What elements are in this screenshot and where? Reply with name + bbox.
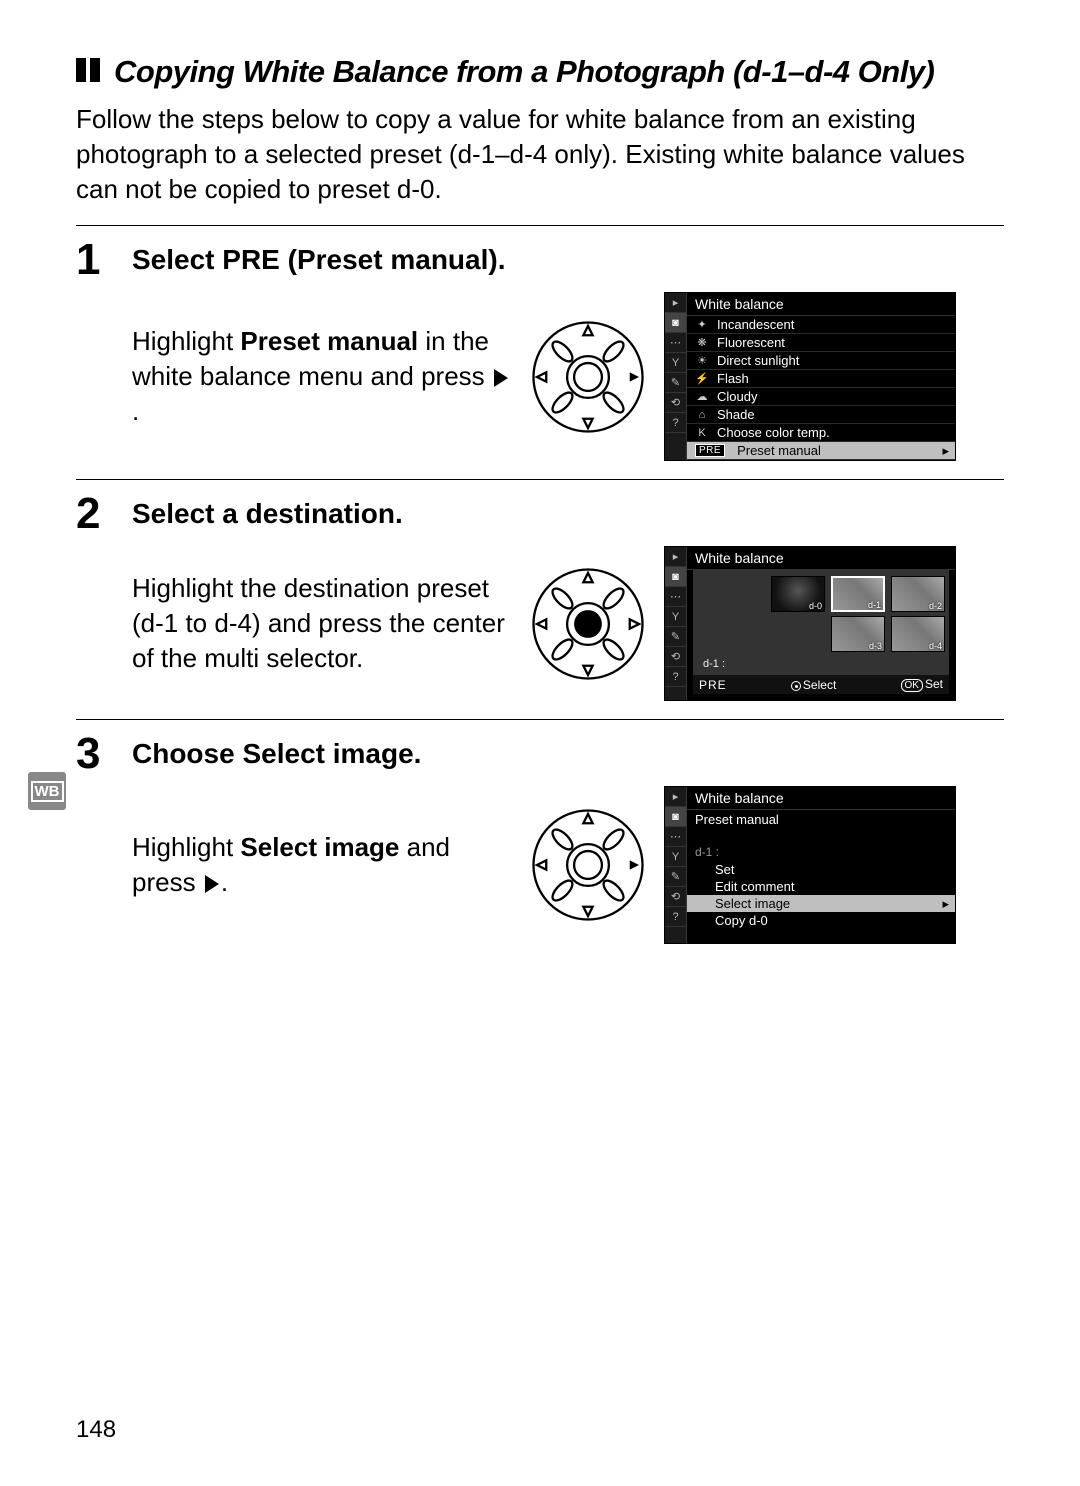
step-number: 3 <box>76 730 124 944</box>
lcd-sidebar-icon: ⋯ <box>665 827 686 847</box>
lcd-menu-label: Cloudy <box>717 389 757 404</box>
lcd-menu-label: Direct sunlight <box>717 353 799 368</box>
heading-title: Copying White Balance from a Photograph … <box>114 54 934 90</box>
lcd-submenu-item: Select image <box>687 895 955 912</box>
lcd-menu-label: Preset manual <box>737 443 821 458</box>
step-1: 1 Select PRE (Preset manual). Highlight … <box>76 225 1004 461</box>
lcd-menu-item: ⌂ Shade <box>687 406 955 424</box>
lcd-screen-wb-menu: ▸◙⋯Y✎⟲? White balance ✦ Incandescent ❋ Fluo… <box>664 292 956 461</box>
multi-selector-icon <box>530 319 646 435</box>
lcd-sidebar-icon: ? <box>665 667 686 687</box>
intro-paragraph: Follow the steps below to copy a value f… <box>76 102 1004 207</box>
step-title: Choose Select image. <box>132 738 1004 770</box>
lcd-menu-item: K Choose color temp. <box>687 424 955 442</box>
step-number: 2 <box>76 490 124 701</box>
lcd-subtitle: Preset manual <box>687 810 955 829</box>
step-title: Select a destination. <box>132 498 1004 530</box>
lcd-sidebar: ▸◙⋯Y✎⟲? <box>665 293 687 460</box>
pre-icon: PRE <box>695 444 725 457</box>
multi-selector-icon <box>530 566 646 682</box>
lcd-sidebar: ▸◙⋯Y✎⟲? <box>665 547 687 700</box>
lcd-sidebar-icon: ⋯ <box>665 587 686 607</box>
lcd-menu-item: ☁ Cloudy <box>687 388 955 406</box>
wb-mode-icon: K <box>695 427 709 439</box>
lcd-sidebar-icon: ▸ <box>665 547 686 567</box>
lcd-sidebar-icon: Y <box>665 847 686 867</box>
lcd-title: White balance <box>687 293 955 316</box>
lcd-sidebar-icon: ? <box>665 413 686 433</box>
preset-thumbnail: d-0 <box>771 576 825 612</box>
lcd-menu-label: Incandescent <box>717 317 794 332</box>
lcd-preset-label: d-1 : <box>687 843 955 861</box>
step-2: 2 Select a destination. Highlight the de… <box>76 479 1004 701</box>
lcd-sidebar-icon: Y <box>665 353 686 373</box>
lcd-sidebar: ▸◙⋯Y✎⟲? <box>665 787 687 943</box>
lcd-menu-label: Choose color temp. <box>717 425 830 440</box>
lcd-sidebar-icon: ? <box>665 907 686 927</box>
lcd-menu-item: ❋ Fluorescent <box>687 334 955 352</box>
lcd-title: White balance <box>687 787 955 810</box>
wb-mode-icon: ⚡ <box>695 372 709 385</box>
heading-decoration-bars <box>76 58 100 82</box>
lcd-sidebar-icon: ⟲ <box>665 393 686 413</box>
right-arrow-icon <box>205 875 219 893</box>
lcd-sidebar-icon: ▸ <box>665 787 686 807</box>
lcd-menu-item: ⚡ Flash <box>687 370 955 388</box>
step-text: Highlight Preset manual in the white bal… <box>132 324 512 429</box>
preset-thumbnail: d-3 <box>831 616 885 652</box>
lcd-sidebar-icon: ✎ <box>665 627 686 647</box>
preset-thumbnail-grid: d-0d-1d-2 d-3d-4 d-1 : <box>693 570 949 674</box>
wb-mode-icon: ❋ <box>695 336 709 349</box>
lcd-menu-item: ☀ Direct sunlight <box>687 352 955 370</box>
wb-mode-icon: ✦ <box>695 318 709 331</box>
lcd-sidebar-icon: ✎ <box>665 867 686 887</box>
step-text: Highlight the destination preset (d-1 to… <box>132 571 512 676</box>
lcd-sidebar-icon: ⋯ <box>665 333 686 353</box>
lcd-submenu-item: Edit comment <box>687 878 955 895</box>
lcd-menu-label: Flash <box>717 371 749 386</box>
lcd-screen-preset-grid: ▸◙⋯Y✎⟲? White balance d-0d-1d-2 d-3d-4 d… <box>664 546 956 701</box>
lcd-sidebar-icon: ⟲ <box>665 647 686 667</box>
lcd-sidebar-icon: Y <box>665 607 686 627</box>
right-arrow-icon <box>494 369 508 387</box>
lcd-screen-preset-submenu: ▸◙⋯Y✎⟲? White balance Preset manual d-1 … <box>664 786 956 944</box>
preset-thumbnail: d-4 <box>891 616 945 652</box>
lcd-sidebar-icon: ✎ <box>665 373 686 393</box>
wb-mode-icon: ☀ <box>695 354 709 367</box>
preset-thumbnail: d-1 <box>831 576 885 612</box>
lcd-submenu-item: Copy d-0 <box>687 912 955 929</box>
wb-mode-icon: ☁ <box>695 390 709 403</box>
lcd-menu-item: ✦ Incandescent <box>687 316 955 334</box>
step-title: Select PRE (Preset manual). <box>132 244 1004 276</box>
multi-selector-icon <box>530 807 646 923</box>
lcd-menu-label: Fluorescent <box>717 335 785 350</box>
preset-status: d-1 : <box>697 656 945 672</box>
lcd-submenu-item: Set <box>687 861 955 878</box>
wb-mode-icon: ⌂ <box>695 409 709 421</box>
step-text: Highlight Select image and press . <box>132 830 512 900</box>
lcd-sidebar-icon: ◙ <box>665 567 686 587</box>
lcd-sidebar-icon: ◙ <box>665 313 686 333</box>
lcd-footer: PRE Select OKSet <box>693 674 949 694</box>
lcd-title: White balance <box>687 547 955 570</box>
lcd-sidebar-icon: ⟲ <box>665 887 686 907</box>
step-3: 3 Choose Select image. Highlight Select … <box>76 719 1004 944</box>
page-number: 148 <box>76 1416 116 1444</box>
lcd-sidebar-icon: ▸ <box>665 293 686 313</box>
step-number: 1 <box>76 236 124 461</box>
lcd-menu-item: PRE Preset manual <box>687 442 955 460</box>
lcd-menu-label: Shade <box>717 407 755 422</box>
preset-thumbnail: d-2 <box>891 576 945 612</box>
section-heading: Copying White Balance from a Photograph … <box>76 54 1004 90</box>
lcd-sidebar-icon: ◙ <box>665 807 686 827</box>
wb-side-tab-icon: WB <box>28 772 66 810</box>
